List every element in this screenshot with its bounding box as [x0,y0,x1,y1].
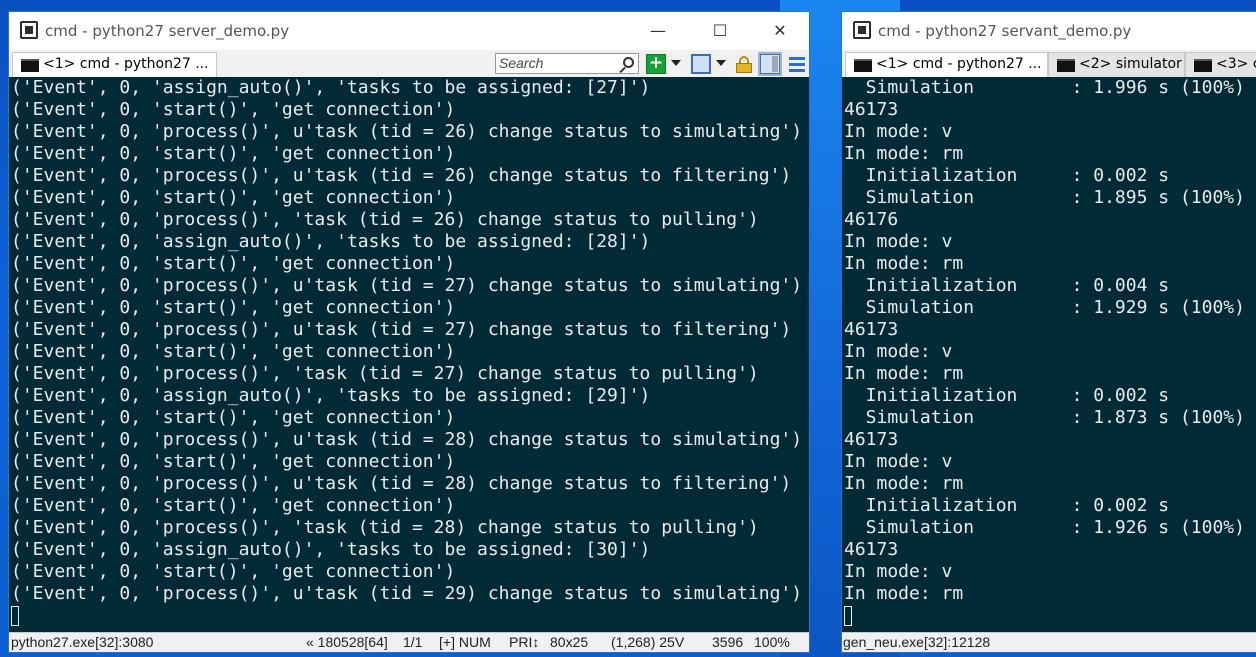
tab-simulator[interactable]: <2> simulator [1048,52,1185,77]
console-line: In mode: rm [844,143,964,164]
console-line: ('Event', 0, 'start()', 'get connection'… [11,561,456,582]
console-line: 46173 [844,429,899,450]
console-line: Initialization : 0.004 s [844,275,1170,296]
console-line: Simulation : 1.895 s (100%) [844,187,1245,208]
console-tab-icon [1194,59,1212,72]
status-build: « 180528[64] [306,634,388,650]
monitor-icon[interactable] [691,54,711,74]
status-pid: 3596 [712,634,744,650]
status-size: 80x25 [550,634,589,650]
status-process: gen_neu.exe[32]:12128 [843,634,991,650]
console-window-servant[interactable]: cmd - python27 servant_demo.py <1> cmd -… [841,11,1256,653]
console-line: ('Event', 0, 'start()', 'get connection'… [11,407,456,428]
console-line: ('Event', 0, 'process()', u'task (tid = … [11,165,792,186]
console-line: ('Event', 0, 'start()', 'get connection'… [11,297,456,318]
console-line: In mode: rm [844,363,964,384]
tab-bar: <1> cmd - python27 ... Search + [9,50,809,77]
console-line: 46173 [844,319,899,340]
console-line: Simulation : 1.926 s (100%) [844,517,1245,538]
console-line: ('Event', 0, 'start()', 'get connection'… [11,143,456,164]
console-output[interactable]: Simulation : 1.996 s (100%) 46173 In mode:… [842,77,1256,634]
console-line: ('Event', 0, 'process()', 'task (tid = 2… [11,363,759,384]
tab-label: <1> cmd - python27 ... [43,56,209,72]
tab-label: <3> c [1216,56,1256,72]
console-tab-icon [21,59,39,72]
console-line: ('Event', 0, 'process()', 'task (tid = 2… [11,517,759,538]
console-window-server[interactable]: cmd - python27 server_demo.py — ☐ ✕ <1> … [8,11,810,653]
title-bar[interactable]: cmd - python27 server_demo.py — ☐ ✕ [9,12,809,50]
console-line: In mode: v [844,121,953,142]
console-line: ('Event', 0, 'start()', 'get connection'… [11,99,456,120]
console-line: ('Event', 0, 'process()', u'task (tid = … [11,429,803,450]
tab-console-3[interactable]: <3> c [1185,52,1256,77]
maximize-button[interactable]: ☐ [697,18,743,44]
monitor-dropdown-icon[interactable] [716,60,726,66]
console-line: Initialization : 0.002 s [844,165,1170,186]
console-line: ('Event', 0, 'start()', 'get connection'… [11,187,456,208]
console-line: 46173 [844,539,899,560]
close-button[interactable]: ✕ [757,18,803,44]
console-line: ('Event', 0, 'assign_auto()', 'tasks to … [11,231,651,252]
console-line: ('Event', 0, 'process()', 'task (tid = 2… [11,209,759,230]
console-line: ('Event', 0, 'assign_auto()', 'tasks to … [11,539,651,560]
console-line: ('Event', 0, 'assign_auto()', 'tasks to … [11,385,651,406]
console-tab-icon [854,59,872,72]
console-line: ('Event', 0, 'process()', u'task (tid = … [11,583,803,604]
lock-icon[interactable] [736,56,752,73]
tab-bar: <1> cmd - python27 ... <2> simulator <3>… [842,50,1256,77]
status-page: 1/1 [403,634,423,650]
console-line: In mode: v [844,561,953,582]
console-line: ('Event', 0, 'start()', 'get connection'… [11,495,456,516]
tab-label: <2> simulator [1079,56,1182,72]
console-line: ('Event', 0, 'start()', 'get connection'… [11,341,456,362]
console-line: In mode: v [844,451,953,472]
status-process: python27.exe[32]:3080 [11,634,154,650]
console-line: ('Event', 0, 'assign_auto()', 'tasks to … [11,77,651,98]
console-line: Simulation : 1.929 s (100%) [844,297,1245,318]
status-priority: PRI↕ [509,634,540,650]
text-cursor [844,606,852,626]
split-view-icon[interactable] [758,52,782,76]
minimize-button[interactable]: — [635,18,681,44]
console-line: ('Event', 0, 'start()', 'get connection'… [11,253,456,274]
console-line: In mode: v [844,231,953,252]
title-bar[interactable]: cmd - python27 servant_demo.py [842,12,1256,50]
tab-label: <1> cmd - python27 ... [876,56,1042,72]
console-line: Simulation : 1.873 s (100%) [844,407,1245,428]
console-line: ('Event', 0, 'process()', u'task (tid = … [11,121,803,142]
tab-console-1[interactable]: <1> cmd - python27 ... [845,52,1048,77]
console-line: ('Event', 0, 'process()', u'task (tid = … [11,473,792,494]
new-console-dropdown-icon[interactable] [671,60,681,66]
search-placeholder: Search [499,55,544,71]
console-line: Initialization : 0.002 s [844,495,1170,516]
console-line: 46176 [844,209,899,230]
status-cursor-position: (1,268) 25V [611,634,685,650]
console-line: In mode: rm [844,473,964,494]
console-app-icon[interactable] [20,21,38,39]
search-icon[interactable] [623,57,634,68]
console-line: 46173 [844,99,899,120]
console-line: Initialization : 0.002 s [844,385,1170,406]
hamburger-menu-icon[interactable] [789,54,805,74]
search-input[interactable]: Search [495,53,639,74]
console-line: In mode: v [844,341,953,362]
console-line: In mode: rm [844,583,964,604]
text-cursor [11,606,19,626]
console-tab-icon [1057,59,1075,72]
console-line: ('Event', 0, 'process()', u'task (tid = … [11,319,792,340]
console-output[interactable]: ('Event', 0, 'assign_auto()', 'tasks to … [9,77,809,634]
window-title: cmd - python27 servant_demo.py [878,22,1132,40]
status-bar: python27.exe[32]:3080 « 180528[64] 1/1 [… [9,632,809,652]
tab-console-1[interactable]: <1> cmd - python27 ... [12,52,217,77]
console-line: In mode: rm [844,253,964,274]
status-bar: gen_neu.exe[32]:12128 [842,632,1256,652]
console-line: ('Event', 0, 'start()', 'get connection'… [11,451,456,472]
status-zoom: 100% [754,634,790,650]
new-console-icon[interactable]: + [646,54,666,74]
status-flags: [+] NUM [439,634,491,650]
console-app-icon[interactable] [853,21,871,39]
console-line: Simulation : 1.996 s (100%) [844,77,1245,98]
window-title: cmd - python27 server_demo.py [45,22,290,40]
console-line: ('Event', 0, 'process()', u'task (tid = … [11,275,803,296]
